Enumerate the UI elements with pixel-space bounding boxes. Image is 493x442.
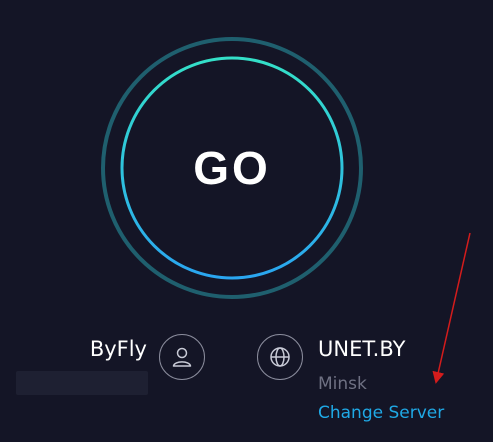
globe-icon [270,347,290,367]
change-server-link[interactable]: Change Server [318,403,444,423]
server-name: UNET.BY [318,337,406,361]
ip-address-redacted [16,371,148,395]
user-icon [172,347,192,367]
server-icon-button [257,334,303,380]
isp-name: ByFly [89,337,147,361]
go-button-container: GO [100,36,364,300]
server-city: Minsk [318,374,367,394]
isp-icon-button [159,334,205,380]
go-button[interactable]: GO [120,56,344,280]
